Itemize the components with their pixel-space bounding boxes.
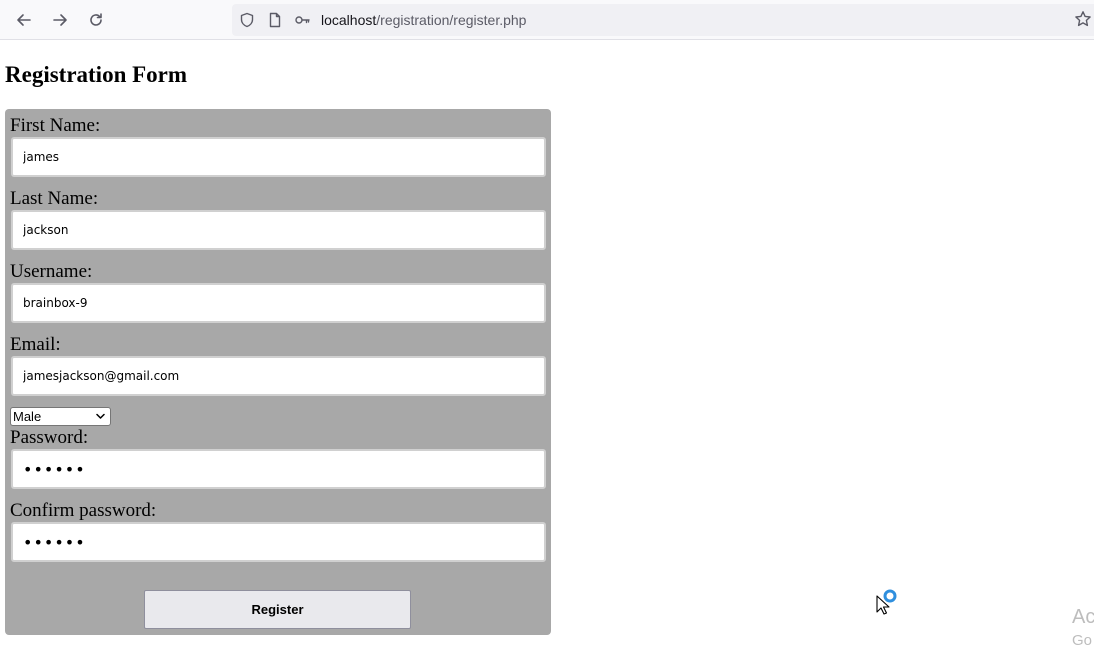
- registration-form: First Name: Last Name: Username: Email: …: [5, 109, 551, 635]
- gender-selected-value: Male: [13, 409, 42, 424]
- activation-watermark: Ac Go: [1072, 606, 1094, 649]
- chevron-down-icon: [96, 413, 105, 419]
- email-label: Email:: [10, 334, 61, 355]
- forward-button[interactable]: [46, 6, 74, 34]
- password-input[interactable]: [11, 449, 546, 489]
- star-icon[interactable]: [1074, 10, 1092, 28]
- last-name-label: Last Name:: [10, 188, 99, 209]
- back-button[interactable]: [10, 6, 38, 34]
- username-input[interactable]: [11, 283, 546, 323]
- url-host: localhost: [321, 12, 377, 28]
- shield-icon[interactable]: [239, 12, 255, 28]
- url-text[interactable]: localhost/registration/register.php: [321, 12, 526, 28]
- first-name-input[interactable]: [11, 137, 546, 177]
- arrow-left-icon: [17, 14, 31, 26]
- reload-icon: [90, 13, 102, 26]
- page-icon[interactable]: [267, 12, 283, 28]
- first-name-label: First Name:: [10, 115, 101, 136]
- busy-spinner-icon: [883, 589, 897, 603]
- watermark-line2: Go: [1072, 632, 1093, 649]
- url-path: /registration/register.php: [376, 12, 527, 28]
- watermark-line1: Ac: [1072, 606, 1094, 628]
- email-input[interactable]: [11, 356, 546, 396]
- confirm-password-input[interactable]: [11, 522, 546, 562]
- gender-select[interactable]: Male: [10, 407, 111, 426]
- confirm-password-label: Confirm password:: [10, 500, 157, 521]
- username-label: Username:: [10, 261, 93, 282]
- last-name-input[interactable]: [11, 210, 546, 250]
- reload-button[interactable]: [82, 6, 110, 34]
- password-label: Password:: [10, 427, 89, 448]
- register-button[interactable]: Register: [144, 590, 411, 629]
- arrow-right-icon: [53, 14, 67, 26]
- page-title: Registration Form: [5, 62, 188, 87]
- key-icon[interactable]: [294, 12, 310, 28]
- address-bar[interactable]: localhost/registration/register.php: [232, 4, 1094, 36]
- browser-toolbar: localhost/registration/register.php: [0, 0, 1094, 40]
